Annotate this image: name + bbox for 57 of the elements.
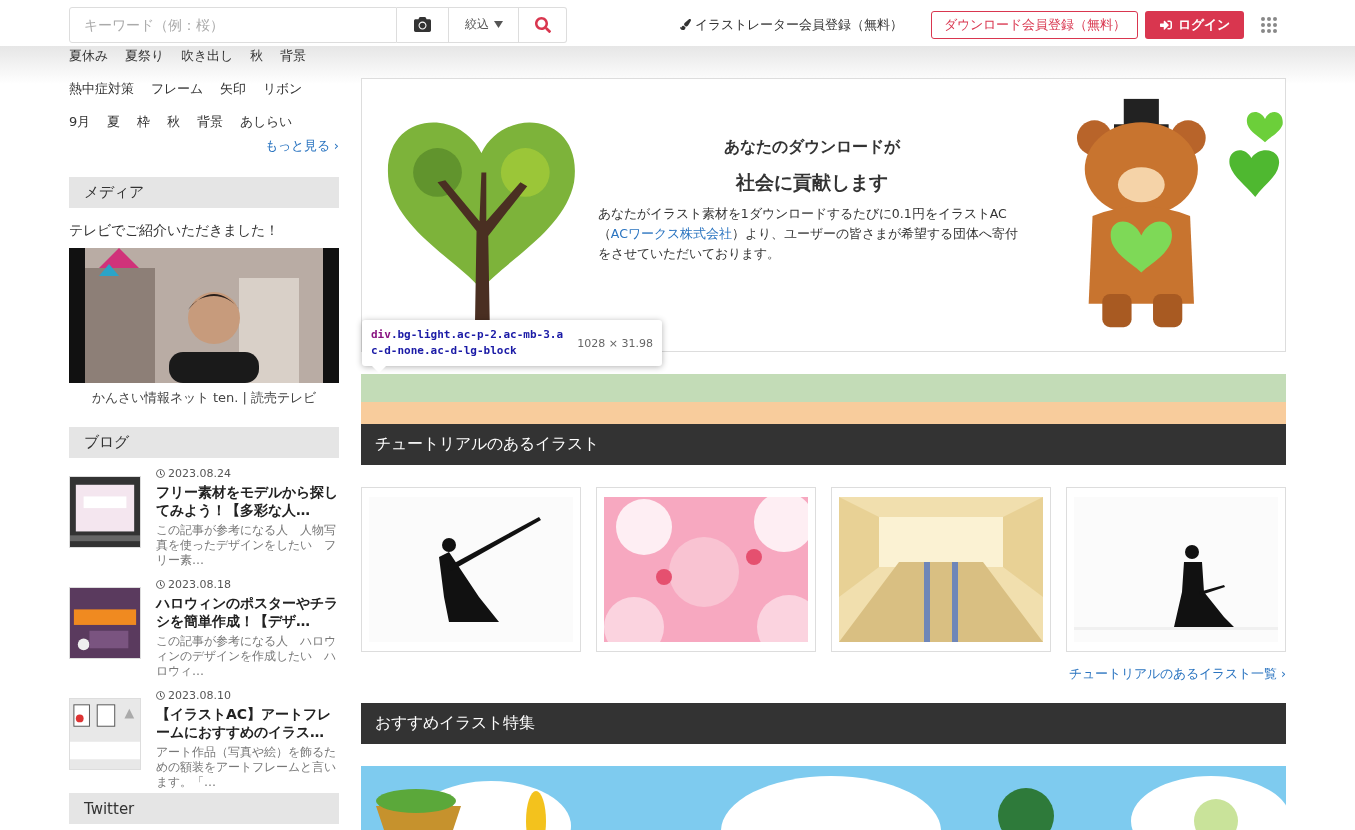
element-size: 1028 × 31.98 bbox=[577, 336, 653, 350]
register-button[interactable]: ダウンロード会員登録（無料） bbox=[931, 10, 1138, 39]
banner-body: あなたがイラスト素材を1ダウンロードするたびに0.1円をイラストAC（ACワークス株式会社）より、ユーザーの皆さまが希望する団体へ寄付をさせていただいております。 bbox=[597, 204, 1019, 263]
tag-link[interactable]: リボン bbox=[263, 79, 302, 99]
element-selector: div.bg-light.ac-p-2.ac-mb-3.ac-d-none.ac-d-lg-block bbox=[371, 327, 565, 359]
more-tags-link[interactable]: もっと見る › bbox=[264, 137, 339, 155]
section-heading: おすすめイラスト特集 bbox=[361, 703, 1286, 744]
tag-link[interactable]: フレーム bbox=[151, 79, 203, 99]
tag-link[interactable]: 夏休み bbox=[69, 46, 108, 66]
search-field[interactable]: キーワード（例：桜） bbox=[69, 6, 397, 43]
tag-link[interactable]: 夏 bbox=[107, 112, 121, 132]
media-source: かんさい情報ネット ten. | 読売テレビ bbox=[90, 389, 318, 407]
section-heading: Twitter bbox=[69, 793, 339, 824]
illustrator-signup-link[interactable]: イラストレーター会員登録（無料） bbox=[680, 15, 903, 34]
camera-search-button[interactable] bbox=[397, 6, 449, 43]
clock-icon bbox=[156, 690, 165, 700]
tag-link[interactable]: 秋 bbox=[167, 112, 181, 132]
banner-heading: あなたのダウンロードが bbox=[724, 136, 901, 158]
illustration-card[interactable] bbox=[361, 487, 581, 652]
post-excerpt: この記事が参考になる人 ハロウィンのデザインを作成したい ハロウィ… bbox=[156, 634, 337, 679]
camera-icon bbox=[414, 16, 431, 33]
tag-link[interactable]: 熱中症対策 bbox=[69, 79, 134, 99]
tag-link[interactable]: 9月 bbox=[69, 112, 91, 132]
post-title[interactable]: ハロウィンのポスターやチラシを簡単作成！【デザ… bbox=[156, 594, 339, 630]
caret-icon bbox=[493, 21, 503, 28]
post-title[interactable]: 【イラストAC】アートフレームにおすすめのイラス… bbox=[156, 705, 339, 741]
section-heading: チュートリアルのあるイラスト bbox=[361, 424, 1286, 465]
section-heading: ブログ bbox=[69, 427, 339, 458]
tag-link[interactable]: 背景 bbox=[280, 46, 306, 66]
post-title[interactable]: フリー素材をモデルから探してみよう！【多彩な人… bbox=[156, 483, 339, 519]
tag-link[interactable]: 枠 bbox=[137, 112, 151, 132]
banner-subheading: 社会に貢献します bbox=[736, 169, 889, 195]
tag-link[interactable]: 背景 bbox=[197, 112, 224, 132]
media-intro: テレビでご紹介いただきました！ bbox=[69, 222, 280, 240]
tag-link[interactable]: 吹き出し bbox=[181, 46, 233, 66]
clock-icon bbox=[156, 468, 165, 478]
login-button[interactable]: ログイン bbox=[1145, 10, 1244, 39]
apps-grid-icon[interactable] bbox=[1260, 15, 1278, 34]
section-heading: メディア bbox=[69, 177, 339, 208]
filter-dropdown[interactable]: 絞込 bbox=[449, 6, 519, 43]
tag-link[interactable]: 矢印 bbox=[220, 79, 246, 99]
illustration-card[interactable] bbox=[1066, 487, 1286, 652]
post-date: 2023.08.10 bbox=[156, 688, 339, 702]
brush-icon bbox=[680, 19, 691, 30]
search-button[interactable] bbox=[519, 6, 567, 43]
search-icon bbox=[534, 16, 551, 33]
post-excerpt: アート作品（写真や絵）を飾るための額装をアートフレームと言います。「… bbox=[156, 745, 337, 790]
tag-link[interactable]: 秋 bbox=[250, 46, 263, 66]
tutorials-link[interactable]: チュートリアルのあるイラスト一覧 › bbox=[1069, 666, 1286, 683]
tag-link[interactable]: あしらい bbox=[240, 112, 293, 132]
post-date: 2023.08.24 bbox=[156, 466, 339, 480]
login-icon bbox=[1159, 18, 1172, 31]
clock-icon bbox=[156, 579, 165, 589]
tag-link[interactable]: 夏祭り bbox=[125, 46, 164, 66]
post-date: 2023.08.18 bbox=[156, 577, 339, 591]
company-link[interactable]: ACワークス株式会社 bbox=[610, 225, 732, 241]
post-excerpt: この記事が参考になる人 人物写真を使ったデザインをしたい フリー素… bbox=[156, 523, 337, 568]
